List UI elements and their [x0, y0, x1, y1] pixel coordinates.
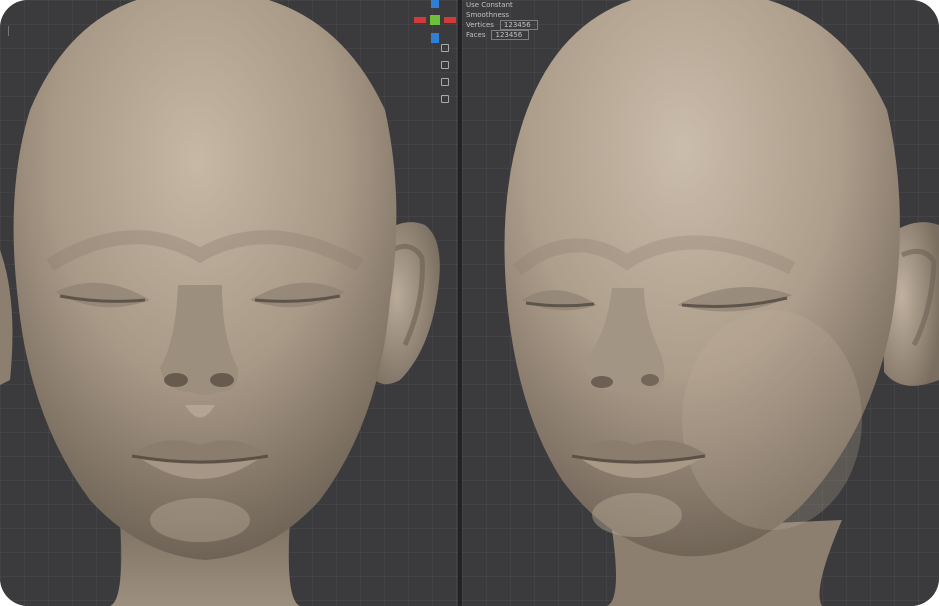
gizmo-z-bottom[interactable]	[431, 33, 439, 43]
edge-tick	[0, 26, 9, 36]
navigation-gizmo[interactable]	[414, 0, 456, 46]
gizmo-x-neg[interactable]	[414, 17, 426, 23]
info-line-2: Smoothness	[466, 11, 510, 19]
rotate-icon[interactable]	[441, 95, 449, 103]
vertices-value: 123456	[499, 20, 538, 30]
info-row-faces: Faces 123456	[466, 30, 538, 40]
gizmo-x-pos[interactable]	[444, 17, 456, 23]
app-window: Use Constant Smoothness Vertices 123456 …	[0, 0, 939, 606]
sculpt-head-perspective	[504, 0, 939, 606]
viewport-front[interactable]	[0, 0, 458, 606]
viewport-perspective[interactable]: Use Constant Smoothness Vertices 123456 …	[462, 0, 939, 606]
faces-label: Faces	[466, 31, 486, 39]
gizmo-y-center[interactable]	[430, 15, 440, 25]
info-line-1: Use Constant	[466, 1, 513, 9]
sculpt-head-front	[0, 0, 440, 606]
vertices-label: Vertices	[466, 21, 494, 29]
move-icon[interactable]	[441, 61, 449, 69]
frame-icon[interactable]	[441, 44, 449, 52]
faces-value: 123456	[491, 30, 530, 40]
scale-icon[interactable]	[441, 78, 449, 86]
gizmo-z-top[interactable]	[431, 0, 439, 8]
mesh-info-panel: Use Constant Smoothness Vertices 123456 …	[466, 0, 538, 40]
info-row-vertices: Vertices 123456	[466, 20, 538, 30]
viewport-toolbar	[441, 44, 453, 112]
